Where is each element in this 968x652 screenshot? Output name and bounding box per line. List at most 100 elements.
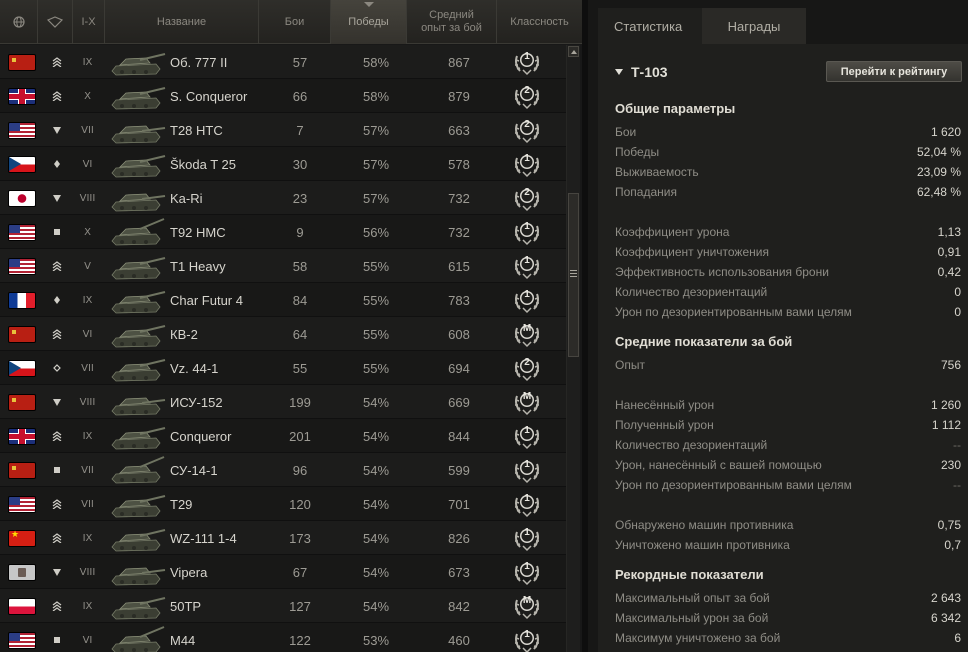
tank-icon (105, 385, 167, 419)
vehicle-name: WZ-111 1-4 (170, 530, 237, 546)
flag-fr-icon (9, 292, 35, 308)
scroll-thumb[interactable] (568, 193, 579, 357)
flag-usa-icon (9, 122, 35, 138)
table-row[interactable]: VII T28 HTC 7 57% 663 2 (0, 113, 566, 147)
stat-label: Эффективность использования брони (615, 265, 829, 279)
stat-row: Коэффициент урона 1,13 (615, 222, 961, 242)
stat-row: Максимальный урон за бой 6 342 (615, 608, 961, 628)
scroll-up-button[interactable] (568, 46, 579, 57)
table-row[interactable]: IX WZ-111 1-4 173 54% 826 1 (0, 521, 566, 555)
battles-value: 7 (296, 122, 304, 138)
mastery-badge-icon: 2 (504, 113, 550, 147)
vehicle-type-ht-icon (44, 45, 70, 79)
flag-uk-icon (9, 428, 35, 444)
avg-xp-value: 879 (448, 88, 470, 104)
wins-value: 53% (362, 632, 390, 648)
battles-value: 122 (289, 632, 311, 648)
nation-flag (0, 351, 44, 385)
vehicle-type-mt-icon (44, 283, 70, 317)
wins-value: 54% (362, 428, 390, 444)
table-row[interactable]: IX Conqueror 201 54% 844 1 (0, 419, 566, 453)
go-to-rating-button[interactable]: Перейти к рейтингу (826, 61, 962, 82)
vehicle-type-icon (46, 16, 64, 28)
table-row[interactable]: IX Char Futur 4 84 55% 783 1 (0, 283, 566, 317)
table-row[interactable]: IX Об. 777 II 57 58% 867 1 (0, 45, 566, 79)
mastery-badge-icon: 1 (504, 147, 550, 181)
section-average-title: Средние показатели за бой (615, 334, 793, 349)
table-row[interactable]: X S. Conqueror 66 58% 879 2 (0, 79, 566, 113)
header-type[interactable] (38, 0, 73, 44)
table-scrollbar[interactable] (566, 45, 580, 652)
nation-flag (0, 487, 44, 521)
table-row[interactable]: VII СУ-14-1 96 54% 599 1 (0, 453, 566, 487)
detail-tabs: Статистика Награды (598, 8, 806, 44)
header-mastery[interactable]: Классность (497, 0, 582, 44)
battles-value: 96 (292, 462, 308, 478)
tier-label: VI (82, 328, 93, 340)
table-row[interactable]: VIII Vipera 67 54% 673 1 (0, 555, 566, 589)
stat-value: 62,48 % (916, 185, 961, 199)
nation-flag (0, 147, 44, 181)
vehicle-type-td-icon (44, 555, 70, 589)
header-tier[interactable]: I-X (73, 0, 105, 44)
tab-awards[interactable]: Награды (702, 8, 806, 44)
mastery-value: 1 (524, 221, 530, 232)
table-row[interactable]: VII T29 120 54% 701 1 (0, 487, 566, 521)
table-row[interactable]: VIII Ka-Ri 23 57% 732 2 (0, 181, 566, 215)
header-name[interactable]: Название (105, 0, 259, 44)
avg-xp-value: 701 (448, 496, 470, 512)
stat-row: Уничтожено машин противника 0,7 (615, 535, 961, 555)
table-row[interactable]: VIII ИСУ-152 199 54% 669 M (0, 385, 566, 419)
table-row[interactable]: VI Škoda T 25 30 57% 578 1 (0, 147, 566, 181)
stat-value: 0 (954, 305, 961, 319)
table-row[interactable]: X T92 HMC 9 56% 732 1 (0, 215, 566, 249)
header-avg-xp[interactable]: Средний опыт за бой (407, 0, 497, 44)
stat-label: Максимальный опыт за бой (615, 591, 770, 605)
flag-ussr-icon (9, 462, 35, 478)
tank-icon (105, 79, 167, 113)
stat-row: Урон, нанесённый с вашей помощью 230 (615, 455, 961, 475)
stat-label: Количество дезориентаций (615, 438, 768, 452)
table-row[interactable]: IX 50TP 127 54% 842 M (0, 589, 566, 623)
table-row[interactable]: V T1 Heavy 58 55% 615 1 (0, 249, 566, 283)
vehicle-name: СУ-14-1 (170, 462, 218, 478)
header-tier-label: I-X (81, 15, 96, 28)
stat-label: Коэффициент уничтожения (615, 245, 769, 259)
stat-value: 0 (954, 285, 961, 299)
stat-value: 0,91 (937, 245, 961, 259)
battles-value: 58 (292, 258, 308, 274)
tab-statistics[interactable]: Статистика (598, 8, 702, 44)
vehicle-title[interactable]: Т-103 (615, 64, 668, 80)
vehicle-table-panel: I-X Название Бои Победы Средний опыт за … (0, 0, 582, 652)
vehicle-name: 50TP (170, 598, 202, 614)
header-battles[interactable]: Бои (259, 0, 331, 44)
header-mastery-label: Классность (510, 15, 569, 28)
mastery-badge-icon: 2 (504, 79, 550, 113)
nation-flag (0, 79, 44, 113)
mastery-value: 1 (524, 255, 530, 266)
header-nation[interactable] (0, 0, 38, 44)
mastery-value: 1 (524, 527, 530, 538)
stat-row: Опыт 756 (615, 355, 961, 375)
mastery-badge-icon: M (504, 385, 550, 419)
table-row[interactable]: VII Vz. 44-1 55 55% 694 2 (0, 351, 566, 385)
tier-label: VII (81, 362, 94, 374)
stat-value: 0,42 (937, 265, 961, 279)
table-row[interactable]: VI КВ-2 64 55% 608 M (0, 317, 566, 351)
mastery-value: M (522, 391, 532, 402)
tier-label: V (84, 260, 91, 272)
table-row[interactable]: VI M44 122 53% 460 1 (0, 623, 566, 652)
vehicle-type-ht-icon (44, 521, 70, 555)
battles-value: 120 (289, 496, 311, 512)
detail-panel: Статистика Награды Т-103 Перейти к рейти… (582, 0, 968, 652)
battles-value: 84 (292, 292, 308, 308)
stat-value: 1 260 (930, 398, 961, 412)
avg-xp-value: 673 (448, 564, 470, 580)
mastery-badge-icon: 2 (504, 351, 550, 385)
mastery-badge-icon: M (504, 589, 550, 623)
wins-value: 55% (362, 326, 390, 342)
tier-label: VI (82, 634, 93, 646)
header-avg-xp-label: Средний опыт за бой (421, 9, 482, 34)
mastery-badge-icon: 1 (504, 215, 550, 249)
header-wins[interactable]: Победы (331, 0, 407, 44)
